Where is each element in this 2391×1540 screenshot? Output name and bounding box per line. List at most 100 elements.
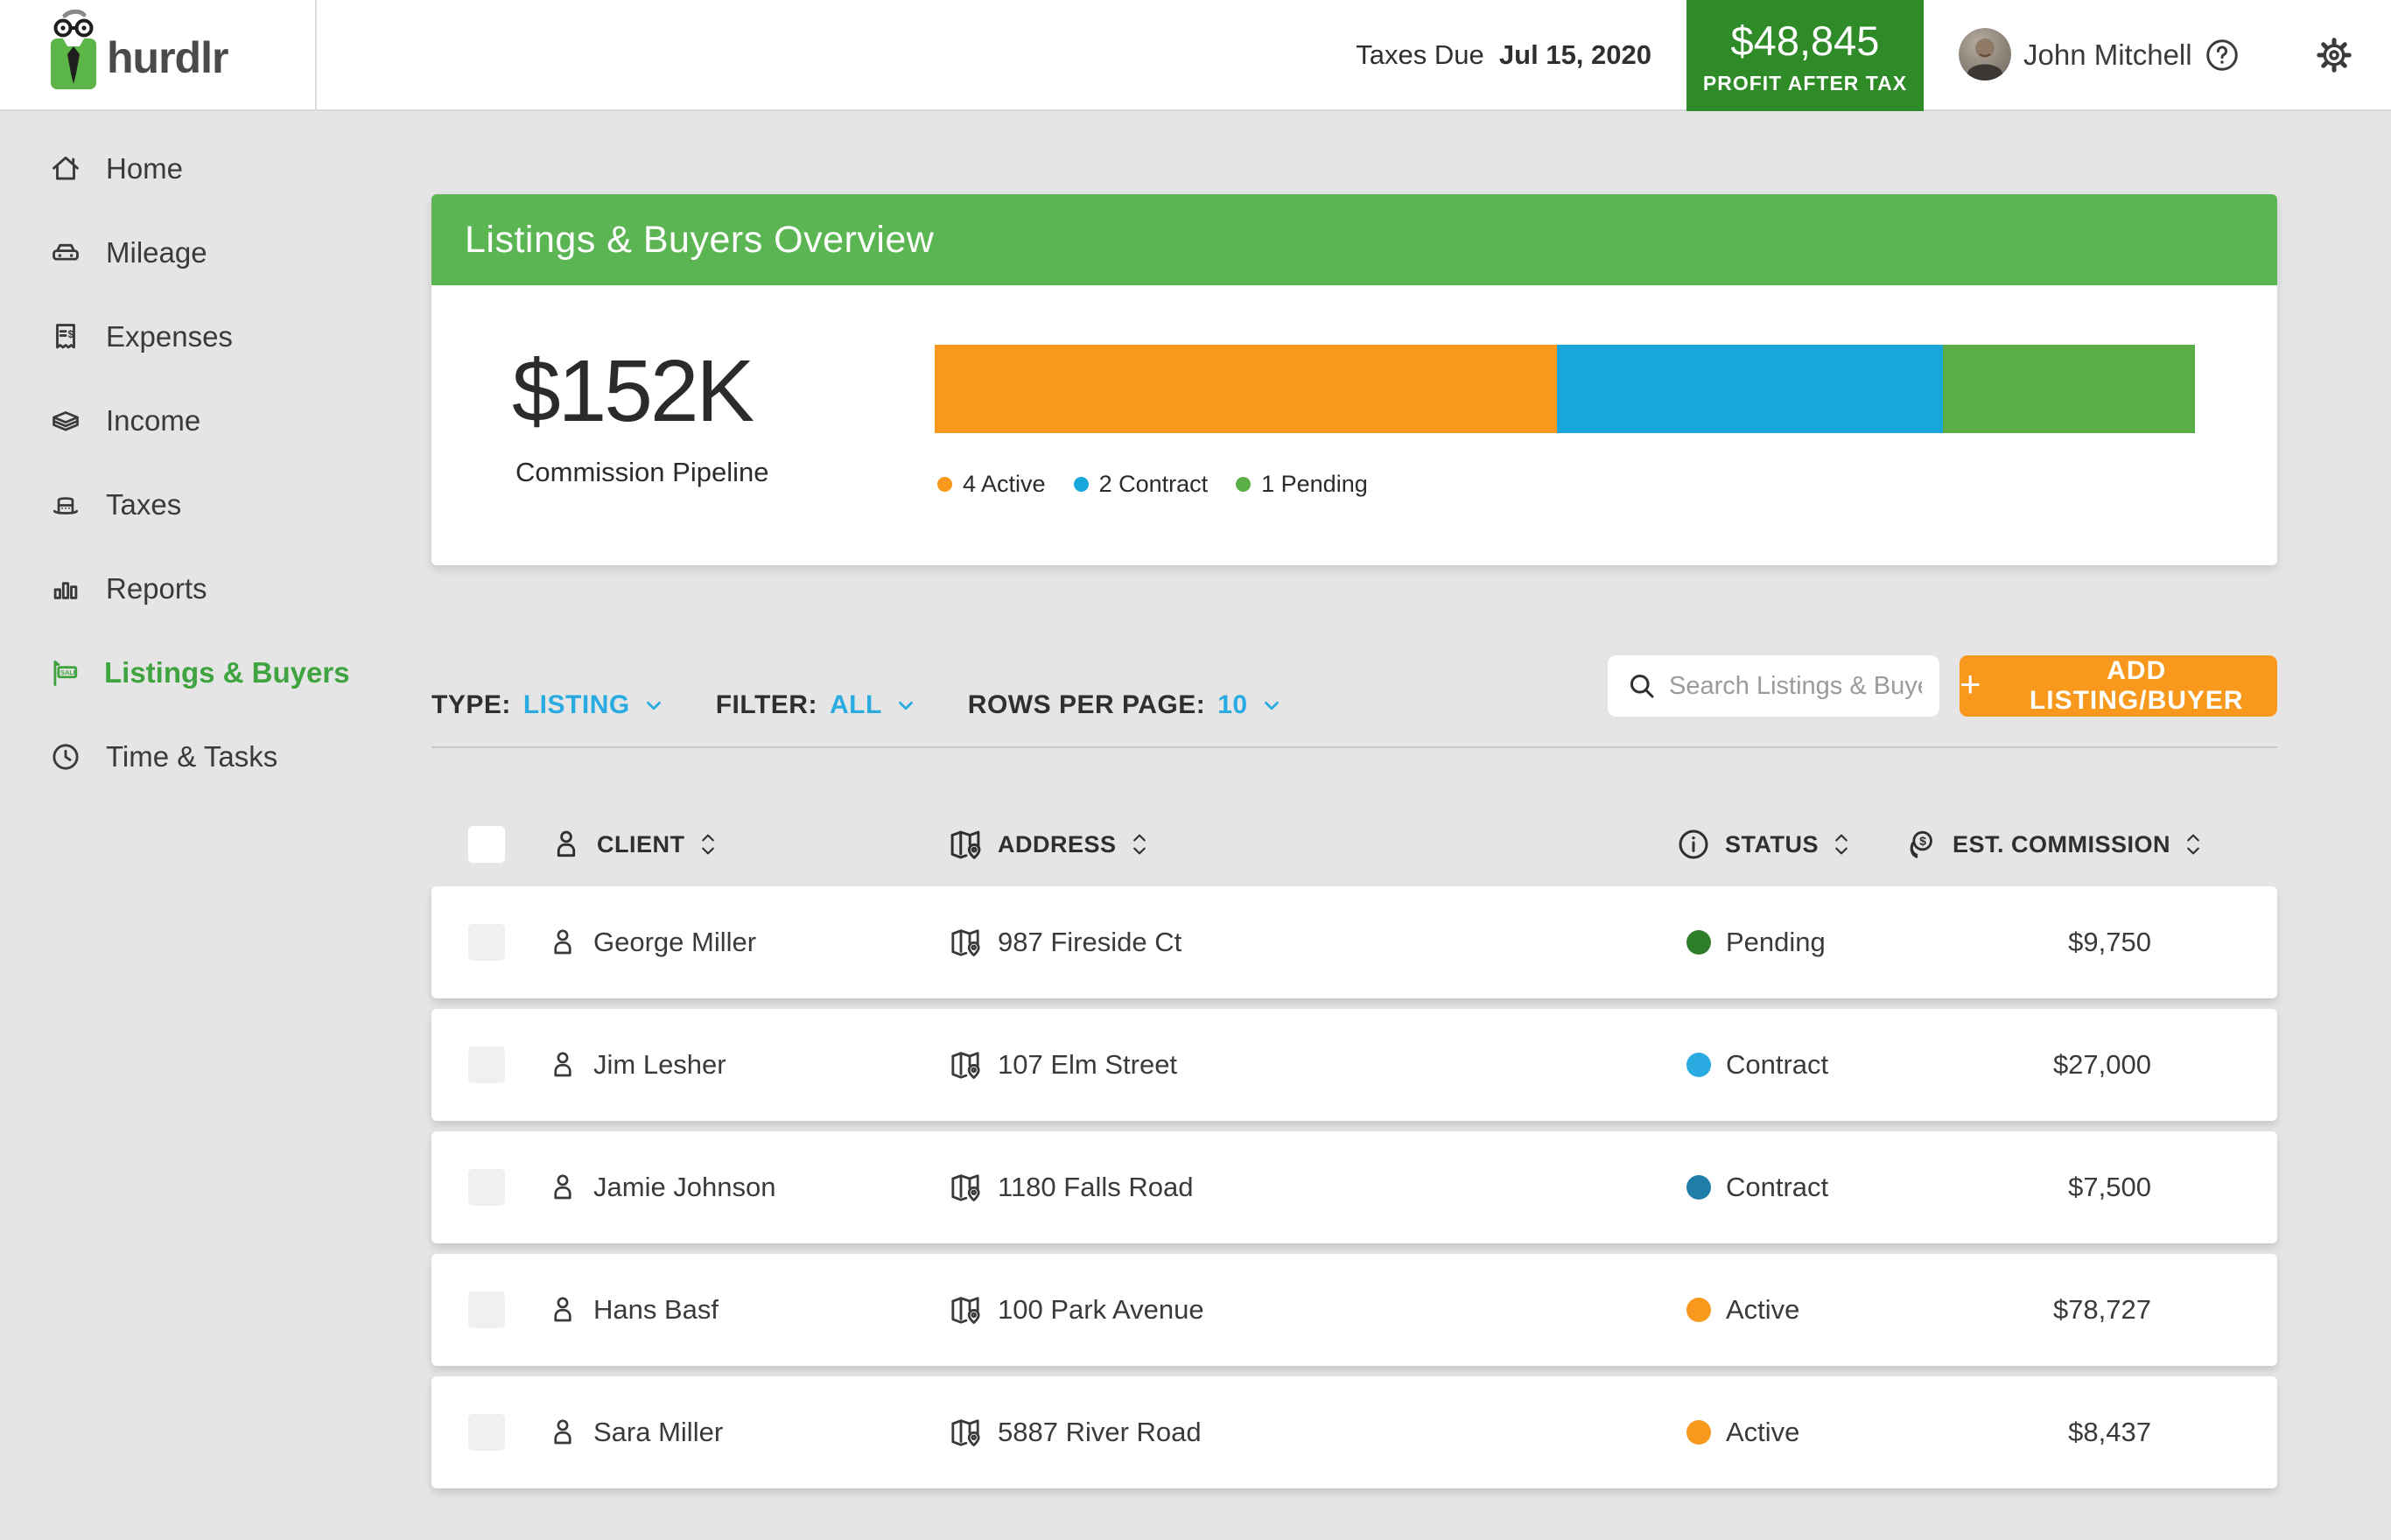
column-label: EST. COMMISSION — [1953, 831, 2170, 858]
sidebar-item-income[interactable]: Income — [0, 379, 317, 463]
table-row[interactable]: George Miller 987 Fireside Ct Pending $9… — [431, 886, 2277, 998]
person-icon — [547, 927, 578, 958]
row-checkbox[interactable] — [468, 1046, 505, 1083]
sidebar-item-label: Home — [106, 152, 183, 186]
brand-logo[interactable]: hurdlr — [0, 0, 317, 111]
table-filters: TYPE: LISTING FILTER: ALL ROWS PER PAGE:… — [431, 690, 1283, 720]
map-pin-icon — [948, 1047, 983, 1082]
bar-segment-contract — [1557, 345, 1943, 433]
svg-text:SALE: SALE — [60, 668, 78, 676]
legend-label: 1 Pending — [1261, 471, 1368, 498]
type-filter-value: LISTING — [523, 690, 630, 720]
address: 5887 River Road — [998, 1417, 1202, 1448]
column-label: CLIENT — [597, 831, 685, 858]
commission-pipeline-caption: Commission Pipeline — [515, 457, 768, 488]
car-icon — [48, 236, 83, 270]
brand-wordmark: hurdlr — [107, 32, 228, 83]
rows-per-page-dropdown[interactable]: ROWS PER PAGE: 10 — [968, 690, 1283, 720]
sidebar-item-listings-buyers[interactable]: SALE Listings & Buyers — [0, 631, 317, 715]
select-all-checkbox[interactable] — [468, 826, 505, 863]
column-header-client[interactable]: CLIENT — [550, 828, 717, 861]
pipeline-legend: 4 Active 2 Contract 1 Pending — [937, 471, 1368, 498]
client-name: Jim Lesher — [593, 1049, 726, 1081]
tax-hat-icon — [48, 488, 83, 522]
legend-label: 2 Contract — [1099, 471, 1209, 498]
sort-icon — [699, 831, 717, 858]
status-label: Contract — [1726, 1049, 1828, 1081]
est-commission: $78,727 — [2053, 1294, 2151, 1326]
taxes-due-text: Taxes Due Jul 15, 2020 — [1356, 39, 1651, 71]
status-label: Active — [1726, 1417, 1799, 1448]
sale-sign-icon: SALE — [48, 656, 81, 690]
search-input[interactable] — [1608, 655, 1939, 717]
receipt-icon: $ — [48, 320, 83, 354]
taxes-due-label: Taxes Due — [1356, 39, 1483, 70]
profit-amount: $48,845 — [1686, 17, 1924, 65]
sidebar-item-home[interactable]: Home — [0, 127, 317, 211]
overview-card-title: Listings & Buyers Overview — [465, 219, 934, 262]
column-header-status[interactable]: STATUS — [1676, 827, 1850, 862]
sidebar-item-time-tasks[interactable]: Time & Tasks — [0, 715, 317, 799]
column-header-est-commission[interactable]: $ EST. COMMISSION — [1904, 827, 2202, 862]
row-checkbox[interactable] — [468, 1292, 505, 1328]
row-checkbox[interactable] — [468, 1169, 505, 1206]
legend-item-contract: 2 Contract — [1074, 471, 1209, 498]
commission-pipeline-total: $152K — [512, 341, 752, 442]
client-name: George Miller — [593, 927, 756, 958]
sidebar-item-label: Reports — [106, 572, 207, 606]
status-filter-value: ALL — [830, 690, 882, 720]
sidebar-item-taxes[interactable]: Taxes — [0, 463, 317, 547]
type-filter-label: TYPE: — [431, 690, 511, 720]
help-icon[interactable] — [2204, 37, 2240, 74]
legend-item-active: 4 Active — [937, 471, 1046, 498]
status-label: Pending — [1726, 927, 1826, 958]
clock-icon — [48, 740, 83, 774]
user-avatar[interactable] — [1959, 28, 2011, 80]
settings-gear-icon[interactable] — [2314, 35, 2354, 75]
column-label: ADDRESS — [998, 831, 1117, 858]
hurdlr-dashboard: hurdlr Taxes Due Jul 15, 2020 $48,845 PR… — [0, 0, 2391, 1540]
filters-divider — [431, 746, 2277, 748]
sidebar-item-label: Listings & Buyers — [104, 656, 350, 690]
user-name[interactable]: John Mitchell — [2023, 38, 2192, 72]
legend-dot-pending — [1236, 477, 1251, 492]
home-icon — [48, 152, 83, 186]
table-row[interactable]: Sara Miller 5887 River Road Active $8,43… — [431, 1376, 2277, 1488]
row-checkbox[interactable] — [468, 924, 505, 961]
column-header-address[interactable]: ADDRESS — [947, 826, 1148, 863]
row-checkbox[interactable] — [468, 1414, 505, 1451]
status-filter-dropdown[interactable]: FILTER: ALL — [716, 690, 917, 720]
type-filter-dropdown[interactable]: TYPE: LISTING — [431, 690, 665, 720]
table-row[interactable]: Jim Lesher 107 Elm Street Contract $27,0… — [431, 1009, 2277, 1121]
sidebar-item-label: Income — [106, 404, 200, 438]
plus-icon: + — [1960, 666, 1982, 703]
person-icon — [547, 1172, 578, 1203]
map-pin-icon — [948, 1292, 983, 1327]
address: 100 Park Avenue — [998, 1294, 1204, 1326]
add-listing-buyer-button[interactable]: + ADD LISTING/BUYER — [1960, 655, 2277, 717]
sidebar-item-expenses[interactable]: $ Expenses — [0, 295, 317, 379]
address: 1180 Falls Road — [998, 1172, 1193, 1203]
profit-label: PROFIT AFTER TAX — [1686, 72, 1924, 95]
profit-after-tax-widget[interactable]: $48,845 PROFIT AFTER TAX — [1686, 0, 1924, 111]
status-dot — [1686, 1175, 1711, 1200]
sidebar-item-reports[interactable]: Reports — [0, 547, 317, 631]
status-filter-label: FILTER: — [716, 690, 817, 720]
add-button-label: ADD LISTING/BUYER — [1996, 656, 2277, 716]
sort-icon — [1833, 831, 1850, 858]
sidebar-item-label: Mileage — [106, 236, 207, 270]
person-icon — [547, 1294, 578, 1326]
legend-label: 4 Active — [963, 471, 1046, 498]
address: 107 Elm Street — [998, 1049, 1177, 1081]
est-commission: $27,000 — [2053, 1049, 2151, 1081]
map-pin-icon — [948, 1170, 983, 1205]
client-name: Sara Miller — [593, 1417, 723, 1448]
est-commission: $7,500 — [2068, 1172, 2151, 1203]
table-row[interactable]: Hans Basf 100 Park Avenue Active $78,727 — [431, 1254, 2277, 1366]
svg-text:$: $ — [1919, 835, 1926, 849]
sidebar-item-mileage[interactable]: Mileage — [0, 211, 317, 295]
hurdlr-mascot-icon — [46, 7, 102, 105]
table-row[interactable]: Jamie Johnson 1180 Falls Road Contract $… — [431, 1131, 2277, 1243]
sidebar-item-label: Taxes — [106, 488, 181, 522]
bar-segment-pending — [1943, 345, 2195, 433]
